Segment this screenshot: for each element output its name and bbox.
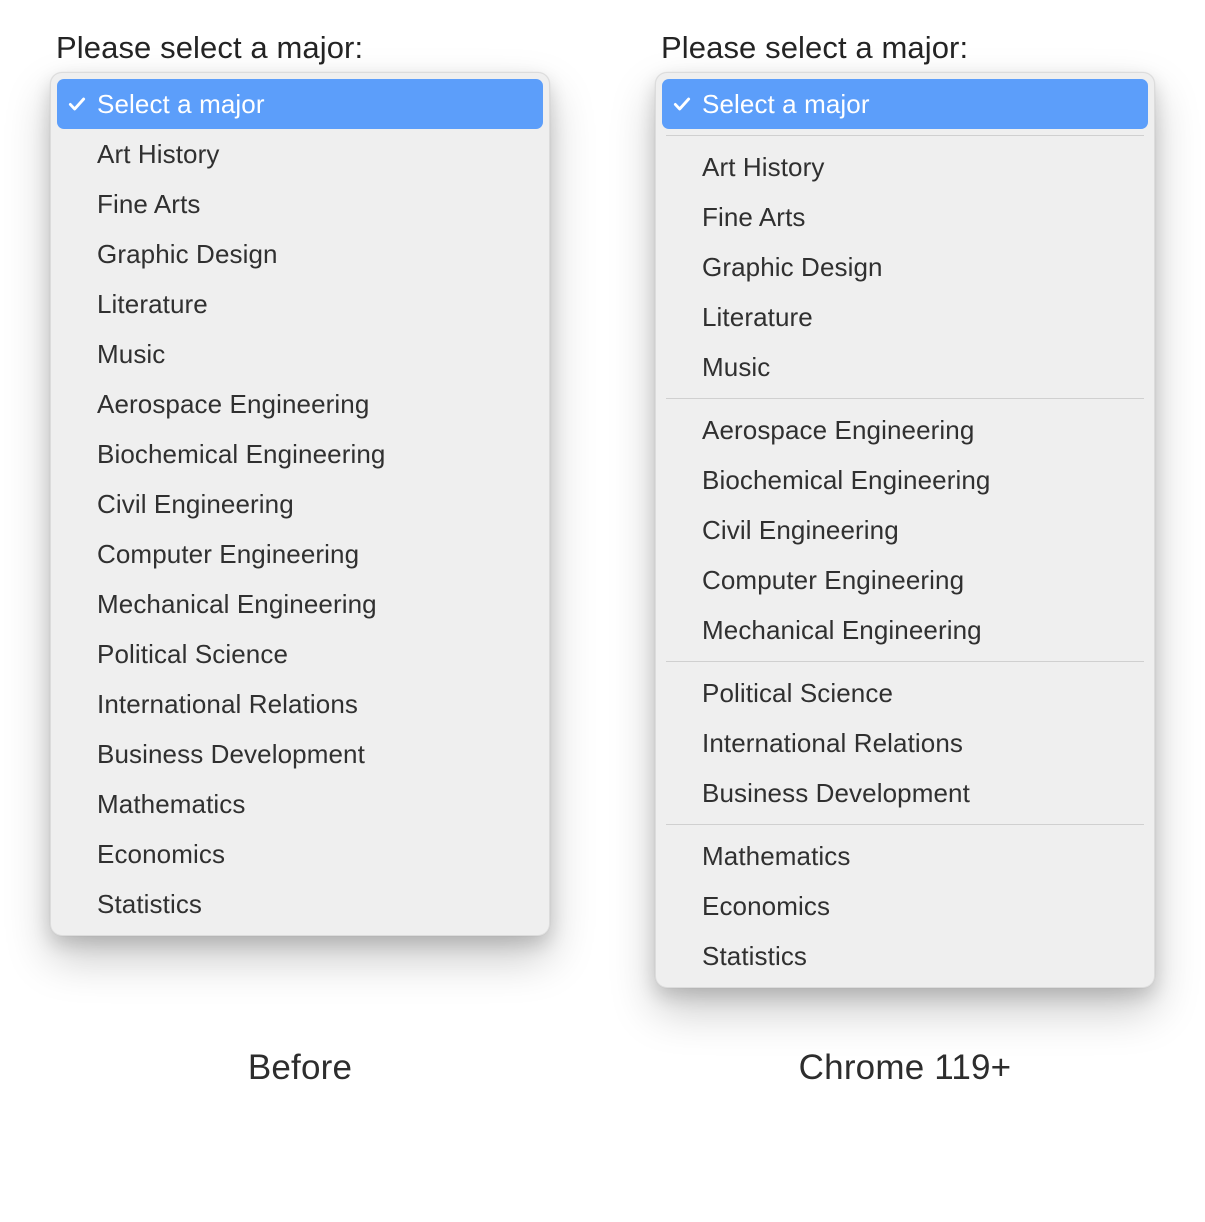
option-label: Economics: [702, 891, 1140, 922]
option[interactable]: Computer Engineering: [662, 555, 1148, 605]
option-label: Music: [702, 352, 1140, 383]
prompt-label: Please select a major:: [56, 30, 550, 66]
group-separator: [666, 398, 1144, 399]
option[interactable]: Statistics: [662, 931, 1148, 981]
option[interactable]: Political Science: [662, 668, 1148, 718]
option-label: Fine Arts: [702, 202, 1140, 233]
option[interactable]: Economics: [57, 829, 543, 879]
option[interactable]: Fine Arts: [57, 179, 543, 229]
option-label: Art History: [702, 152, 1140, 183]
option-label: Civil Engineering: [702, 515, 1140, 546]
option[interactable]: Statistics: [57, 879, 543, 929]
option[interactable]: Music: [662, 342, 1148, 392]
option-label: Mathematics: [97, 789, 535, 820]
checkmark-icon: [67, 94, 97, 114]
option-label: Literature: [97, 289, 535, 320]
option-label: Literature: [702, 302, 1140, 333]
option-label: Aerospace Engineering: [97, 389, 535, 420]
select-popup-after[interactable]: Select a major Art History Fine Arts Graph…: [655, 72, 1155, 988]
option[interactable]: Mathematics: [57, 779, 543, 829]
option-label: Economics: [97, 839, 535, 870]
option[interactable]: Art History: [662, 142, 1148, 192]
option-label: Music: [97, 339, 535, 370]
option-label: Political Science: [702, 678, 1140, 709]
group-separator: [666, 661, 1144, 662]
group-separator: [666, 824, 1144, 825]
option[interactable]: Economics: [662, 881, 1148, 931]
option[interactable]: Aerospace Engineering: [57, 379, 543, 429]
option-label: Art History: [97, 139, 535, 170]
option[interactable]: Business Development: [57, 729, 543, 779]
option[interactable]: International Relations: [57, 679, 543, 729]
after-column: Please select a major: Select a major Ar…: [655, 30, 1155, 988]
group-separator: [666, 135, 1144, 136]
option[interactable]: Biochemical Engineering: [662, 455, 1148, 505]
option-placeholder[interactable]: Select a major: [662, 79, 1148, 129]
option[interactable]: Graphic Design: [57, 229, 543, 279]
option[interactable]: Fine Arts: [662, 192, 1148, 242]
option-label: Fine Arts: [97, 189, 535, 220]
option-label: Civil Engineering: [97, 489, 535, 520]
option-label: Mechanical Engineering: [702, 615, 1140, 646]
select-popup-before[interactable]: Select a major Art History Fine Arts Graph…: [50, 72, 550, 936]
option[interactable]: Mathematics: [662, 831, 1148, 881]
option[interactable]: Aerospace Engineering: [662, 405, 1148, 455]
option[interactable]: Civil Engineering: [662, 505, 1148, 555]
caption-before: Before: [50, 1048, 550, 1088]
option[interactable]: Biochemical Engineering: [57, 429, 543, 479]
option-label: Computer Engineering: [702, 565, 1140, 596]
option-placeholder[interactable]: Select a major: [57, 79, 543, 129]
caption-after: Chrome 119+: [655, 1048, 1155, 1088]
option[interactable]: Business Development: [662, 768, 1148, 818]
option-label: Graphic Design: [702, 252, 1140, 283]
caption-row: Before Chrome 119+: [50, 1048, 1155, 1088]
option-label: Political Science: [97, 639, 535, 670]
option-label: Business Development: [97, 739, 535, 770]
option-label: Statistics: [702, 941, 1140, 972]
option[interactable]: Mechanical Engineering: [662, 605, 1148, 655]
before-column: Please select a major: Select a major Ar…: [50, 30, 550, 936]
option-label: Biochemical Engineering: [702, 465, 1140, 496]
option[interactable]: Political Science: [57, 629, 543, 679]
option-label: Aerospace Engineering: [702, 415, 1140, 446]
prompt-label: Please select a major:: [661, 30, 1155, 66]
option[interactable]: Literature: [662, 292, 1148, 342]
option-label: International Relations: [97, 689, 535, 720]
option[interactable]: Mechanical Engineering: [57, 579, 543, 629]
option-label: Select a major: [97, 89, 535, 120]
option-label: Graphic Design: [97, 239, 535, 270]
option[interactable]: Art History: [57, 129, 543, 179]
option-label: Mechanical Engineering: [97, 589, 535, 620]
option-label: Biochemical Engineering: [97, 439, 535, 470]
option-label: Computer Engineering: [97, 539, 535, 570]
option[interactable]: Music: [57, 329, 543, 379]
columns: Please select a major: Select a major Ar…: [50, 30, 1155, 988]
option-label: Select a major: [702, 89, 1140, 120]
option-label: Statistics: [97, 889, 535, 920]
option[interactable]: Civil Engineering: [57, 479, 543, 529]
option-label: Business Development: [702, 778, 1140, 809]
comparison-stage: Please select a major: Select a major Ar…: [0, 0, 1205, 1222]
option-label: International Relations: [702, 728, 1140, 759]
checkmark-icon: [672, 94, 702, 114]
option[interactable]: International Relations: [662, 718, 1148, 768]
option-label: Mathematics: [702, 841, 1140, 872]
option[interactable]: Literature: [57, 279, 543, 329]
option[interactable]: Graphic Design: [662, 242, 1148, 292]
option[interactable]: Computer Engineering: [57, 529, 543, 579]
